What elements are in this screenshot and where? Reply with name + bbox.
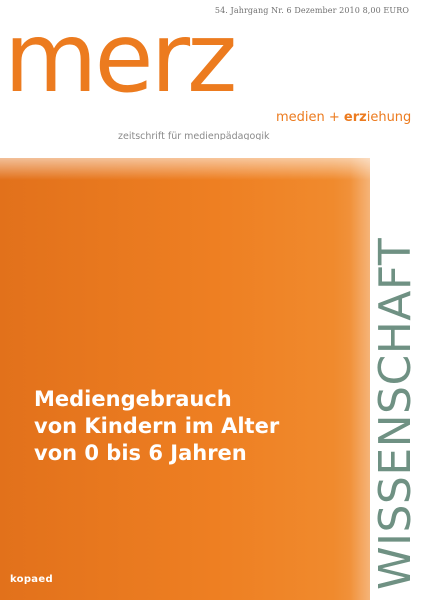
section-label: WISSENSCHAFT: [370, 237, 421, 590]
subbrand-part1: medien +: [276, 110, 344, 125]
magazine-logo: merz: [4, 2, 237, 114]
cover-headline: Mediengebrauch von Kindern im Alter von …: [34, 386, 279, 467]
subbrand-part3: iehung: [366, 110, 412, 125]
headline-line-2: von Kindern im Alter: [34, 414, 280, 438]
publisher-name: kopaed: [10, 574, 53, 585]
headline-line-3: von 0 bis 6 Jahren: [34, 441, 247, 465]
orange-top-fade: [0, 140, 392, 180]
subbrand: medien + erziehung: [276, 110, 411, 125]
section-strip: WISSENSCHAFT: [370, 150, 423, 600]
magazine-cover: 54. Jahrgang Nr. 6 Dezember 2010 8,00 EU…: [0, 0, 423, 600]
subbrand-part2: erz: [343, 110, 367, 125]
issue-info: 54. Jahrgang Nr. 6 Dezember 2010 8,00 EU…: [214, 6, 409, 15]
orange-cover-panel: [0, 158, 392, 600]
headline-line-1: Mediengebrauch: [34, 387, 232, 411]
